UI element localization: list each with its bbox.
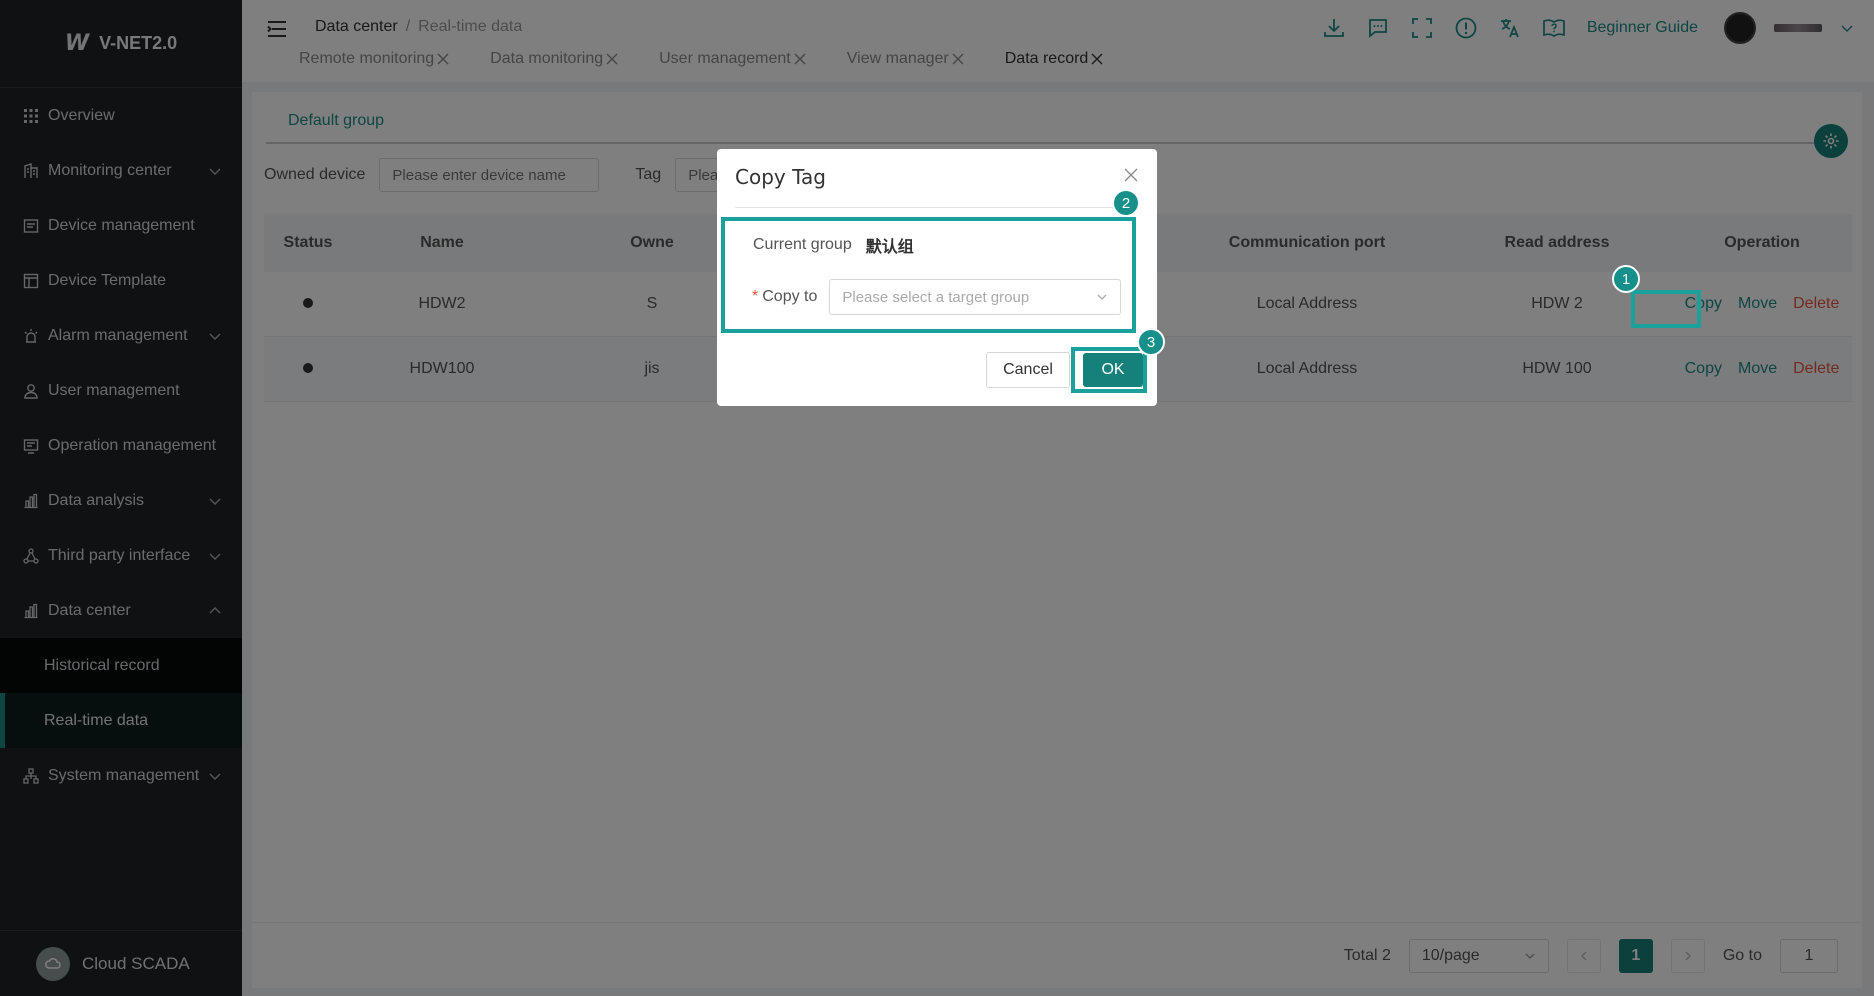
dialog-title: Copy Tag bbox=[735, 165, 826, 189]
annotation-highlight-form bbox=[721, 217, 1136, 333]
annotation-highlight-copy bbox=[1631, 290, 1701, 328]
annotation-badge: 1 bbox=[1612, 265, 1640, 293]
close-icon[interactable] bbox=[1123, 167, 1139, 183]
annotation-highlight-ok bbox=[1071, 347, 1147, 393]
annotation-badge: 2 bbox=[1112, 189, 1140, 217]
cancel-button[interactable]: Cancel bbox=[986, 352, 1070, 388]
annotation-badge: 3 bbox=[1137, 328, 1165, 356]
divider bbox=[735, 207, 1139, 208]
